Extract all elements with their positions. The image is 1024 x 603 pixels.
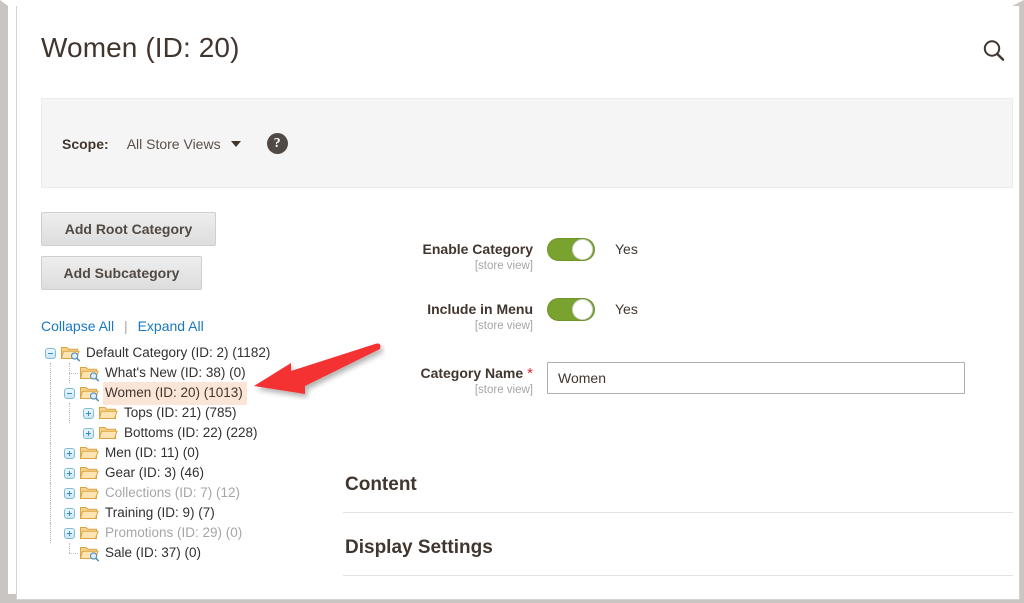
- tree-expand-icon[interactable]: [79, 423, 98, 443]
- tree-indent: [41, 423, 60, 443]
- tree-indent: [60, 403, 79, 423]
- tree-node[interactable]: Bottoms (ID: 22) (228): [41, 423, 341, 443]
- tree-indent: [41, 463, 60, 483]
- tree-expand-icon[interactable]: [60, 483, 79, 503]
- toggle-knob: [572, 239, 593, 260]
- enable-category-scope: [store view]: [474, 260, 533, 272]
- collapse-all-link[interactable]: Collapse All: [41, 318, 114, 334]
- enable-category-label: Enable Category: [422, 241, 533, 257]
- tree-node[interactable]: Default Category (ID: 2) (1182): [41, 343, 341, 363]
- include-in-menu-toggle[interactable]: [547, 298, 595, 321]
- tree-node-label[interactable]: Sale (ID: 37) (0): [103, 542, 205, 565]
- tree-expand-icon[interactable]: [79, 403, 98, 423]
- include-in-menu-scope: [store view]: [474, 320, 533, 332]
- scope-bar: Scope: All Store Views ?: [41, 98, 1013, 188]
- folder-open-search-icon: [79, 363, 99, 383]
- scope-label: Scope:: [62, 135, 109, 152]
- search-icon[interactable]: [979, 36, 1009, 66]
- folder-icon: [79, 503, 99, 523]
- section-header-display-settings[interactable]: Display Settings: [343, 531, 1013, 576]
- store-view-switcher[interactable]: All Store Views: [127, 136, 241, 152]
- tree-connector: [60, 543, 79, 563]
- category-form: Enable Category [store view] Yes Include…: [343, 238, 1003, 422]
- folder-open-search-icon: [60, 343, 80, 363]
- folder-icon: [79, 443, 99, 463]
- page-title: Women (ID: 20): [41, 32, 240, 63]
- tree-expand-icon[interactable]: [60, 443, 79, 463]
- category-name-input[interactable]: [547, 362, 965, 394]
- tree-collapse-icon[interactable]: [41, 343, 60, 363]
- field-enable-category: Enable Category [store view] Yes: [343, 238, 1003, 272]
- category-name-label-wrap: Category Name * [store view]: [343, 362, 547, 396]
- tree-node[interactable]: Collections (ID: 7) (12): [41, 483, 341, 503]
- field-category-name: Category Name * [store view]: [343, 362, 1003, 396]
- tree-node[interactable]: Training (ID: 9) (7): [41, 503, 341, 523]
- tree-indent: [41, 443, 60, 463]
- folder-icon: [79, 463, 99, 483]
- tree-node[interactable]: Gear (ID: 3) (46): [41, 463, 341, 483]
- include-in-menu-label: Include in Menu: [427, 301, 533, 317]
- folder-icon: [98, 403, 118, 423]
- tree-toolbar: Collapse All | Expand All: [41, 318, 341, 334]
- store-view-value: All Store Views: [126, 135, 221, 152]
- admin-page-surface: Women (ID: 20) Scope: All Store Views ?: [16, 6, 1020, 600]
- folder-open-search-icon: [79, 543, 99, 563]
- tree-expand-icon[interactable]: [60, 503, 79, 523]
- folder-icon: [79, 483, 99, 503]
- folder-icon: [79, 523, 99, 543]
- include-in-menu-label-wrap: Include in Menu [store view]: [343, 298, 547, 332]
- tree-connector: [60, 363, 79, 383]
- add-subcategory-button[interactable]: Add Subcategory: [41, 256, 202, 290]
- tree-node[interactable]: Women (ID: 20) (1013): [41, 381, 341, 405]
- toolbar-separator: |: [124, 318, 128, 334]
- enable-category-toggle-value: Yes: [615, 241, 638, 257]
- enable-category-label-wrap: Enable Category [store view]: [343, 238, 547, 272]
- tree-node[interactable]: Sale (ID: 37) (0): [41, 543, 341, 563]
- tree-node[interactable]: What's New (ID: 38) (0): [41, 363, 341, 383]
- folder-icon: [98, 423, 118, 443]
- field-include-in-menu: Include in Menu [store view] Yes: [343, 298, 1003, 332]
- include-in-menu-toggle-value: Yes: [615, 301, 638, 317]
- tree-expand-icon[interactable]: [60, 463, 79, 483]
- page-header: Women (ID: 20): [17, 6, 1019, 94]
- toggle-knob: [572, 299, 593, 320]
- chevron-down-icon: [230, 140, 241, 147]
- category-name-scope: [store view]: [474, 384, 533, 396]
- category-tree: Default Category (ID: 2) (1182) What's Ne…: [41, 343, 341, 563]
- expand-all-link[interactable]: Expand All: [138, 318, 204, 334]
- scope-row: Scope: All Store Views ?: [62, 133, 288, 154]
- category-tree-panel: Add Root Category Add Subcategory Collap…: [41, 212, 341, 563]
- collapsible-sections: Content Display Settings: [343, 468, 1013, 594]
- browser-window-frame: Women (ID: 20) Scope: All Store Views ?: [0, 0, 1024, 603]
- tree-indent: [41, 383, 60, 403]
- tree-indent: [41, 403, 60, 423]
- tree-indent: [41, 523, 60, 543]
- tree-indent: [41, 483, 60, 503]
- section-header-content[interactable]: Content: [343, 468, 1013, 513]
- tree-indent: [41, 503, 60, 523]
- tree-expand-icon[interactable]: [60, 523, 79, 543]
- tree-collapse-icon[interactable]: [60, 383, 79, 403]
- required-marker: *: [527, 365, 533, 382]
- category-name-label: Category Name: [420, 365, 524, 381]
- enable-category-toggle[interactable]: [547, 238, 595, 261]
- tree-node[interactable]: Tops (ID: 21) (785): [41, 403, 341, 423]
- tree-indent: [41, 363, 60, 383]
- folder-open-search-icon: [79, 383, 99, 403]
- tree-node[interactable]: Men (ID: 11) (0): [41, 443, 341, 463]
- help-icon[interactable]: ?: [266, 133, 288, 154]
- tree-node[interactable]: Promotions (ID: 29) (0): [41, 523, 341, 543]
- add-root-category-button[interactable]: Add Root Category: [41, 212, 216, 246]
